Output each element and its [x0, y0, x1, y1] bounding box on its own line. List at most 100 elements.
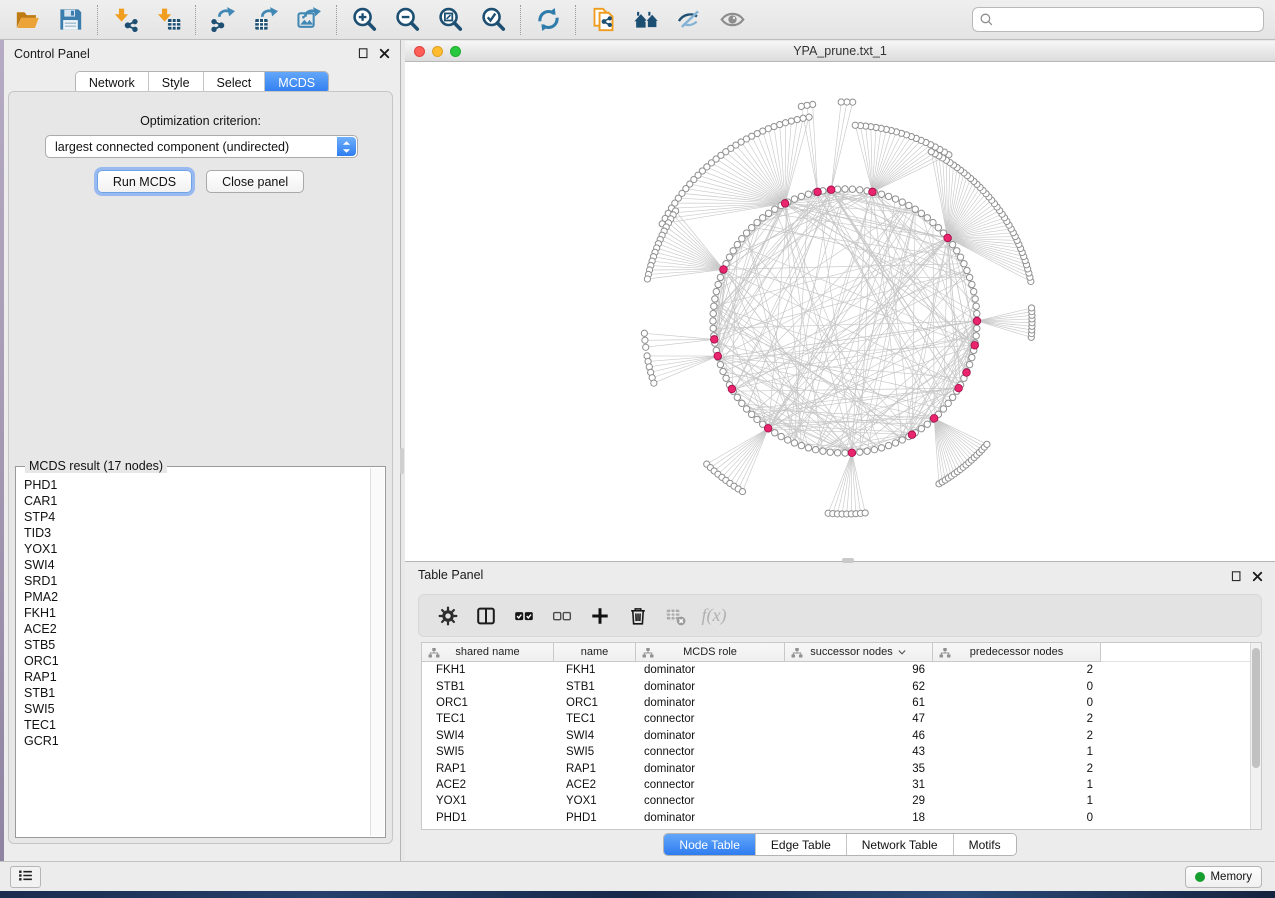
zoom-out-button[interactable]: [391, 3, 425, 37]
apply-layout-button[interactable]: [532, 3, 566, 37]
table-cell[interactable]: YOX1: [554, 795, 636, 807]
tab-network[interactable]: Network: [76, 72, 148, 93]
table-cell[interactable]: 47: [785, 713, 933, 725]
table-cell[interactable]: ORC1: [422, 697, 554, 709]
network-window-titlebar[interactable]: YPA_prune.txt_1: [405, 41, 1275, 62]
new-network-from-selection-button[interactable]: [587, 3, 621, 37]
table-cell[interactable]: 62: [785, 681, 933, 693]
import-network-button[interactable]: [109, 3, 143, 37]
table-row[interactable]: RAP1RAP1dominator352: [422, 760, 1250, 776]
table-cell[interactable]: 1: [933, 779, 1101, 791]
table-row[interactable]: PHD1PHD1dominator180: [422, 810, 1250, 826]
table-cell[interactable]: 43: [785, 746, 933, 758]
table-cell[interactable]: connector: [636, 779, 785, 791]
column-header-shared-name[interactable]: shared name: [422, 643, 554, 662]
table-cell[interactable]: RAP1: [422, 763, 554, 775]
table-cell[interactable]: 46: [785, 730, 933, 742]
mcds-result-node[interactable]: PHD1: [17, 477, 370, 493]
table-cell[interactable]: ACE2: [554, 779, 636, 791]
table-cell[interactable]: PHD1: [422, 812, 554, 824]
table-cell[interactable]: dominator: [636, 812, 785, 824]
task-history-button[interactable]: [10, 866, 41, 888]
delete-columns-button[interactable]: [623, 601, 653, 631]
table-cell[interactable]: ORC1: [554, 697, 636, 709]
zoom-in-button[interactable]: [348, 3, 382, 37]
table-scrollbar-thumb[interactable]: [1252, 648, 1260, 768]
table-cell[interactable]: YOX1: [422, 795, 554, 807]
vertical-split-handle[interactable]: [400, 448, 404, 474]
table-cell[interactable]: dominator: [636, 697, 785, 709]
table-cell[interactable]: 1: [933, 746, 1101, 758]
mcds-result-node[interactable]: SRD1: [17, 573, 370, 589]
import-table-button[interactable]: [152, 3, 186, 37]
table-cell[interactable]: 61: [785, 697, 933, 709]
table-row[interactable]: SWI5SWI5connector431: [422, 744, 1250, 760]
mcds-result-node[interactable]: CAR1: [17, 493, 370, 509]
mcds-result-node[interactable]: YOX1: [17, 541, 370, 557]
mcds-result-node[interactable]: SWI5: [17, 701, 370, 717]
table-row[interactable]: SWI4SWI4dominator462: [422, 728, 1250, 744]
mcds-result-node[interactable]: SWI4: [17, 557, 370, 573]
table-cell[interactable]: 2: [933, 713, 1101, 725]
table-cell[interactable]: RAP1: [554, 763, 636, 775]
network-graph[interactable]: [405, 62, 1275, 561]
table-cell[interactable]: 2: [933, 664, 1101, 676]
table-row[interactable]: STB1STB1dominator620: [422, 678, 1250, 694]
column-header-predecessor-nodes[interactable]: predecessor nodes: [933, 643, 1101, 662]
export-network-button[interactable]: [207, 3, 241, 37]
mcds-result-node[interactable]: GCR1: [17, 733, 370, 749]
zoom-fit-button[interactable]: [434, 3, 468, 37]
table-cell[interactable]: dominator: [636, 730, 785, 742]
mcds-result-node[interactable]: ACE2: [17, 621, 370, 637]
create-column-button[interactable]: [585, 601, 615, 631]
tab-network-table[interactable]: Network Table: [846, 834, 953, 855]
table-cell[interactable]: dominator: [636, 664, 785, 676]
table-cell[interactable]: 29: [785, 795, 933, 807]
table-cell[interactable]: 0: [933, 697, 1101, 709]
table-cell[interactable]: ACE2: [422, 779, 554, 791]
table-cell[interactable]: connector: [636, 795, 785, 807]
mcds-result-node[interactable]: RAP1: [17, 669, 370, 685]
mcds-result-node[interactable]: TEC1: [17, 717, 370, 733]
table-cell[interactable]: connector: [636, 746, 785, 758]
table-cell[interactable]: STB1: [422, 681, 554, 693]
table-scrollbar[interactable]: [1250, 643, 1261, 829]
column-header-name[interactable]: name: [554, 643, 636, 662]
table-options-button[interactable]: [433, 601, 463, 631]
table-row[interactable]: YOX1YOX1connector291: [422, 793, 1250, 809]
mcds-result-node[interactable]: STB5: [17, 637, 370, 653]
table-cell[interactable]: 18: [785, 812, 933, 824]
close-table-panel-button[interactable]: [1250, 569, 1265, 584]
horizontal-split-handle[interactable]: [842, 558, 854, 563]
mcds-result-node[interactable]: STB1: [17, 685, 370, 701]
table-cell[interactable]: SWI4: [422, 730, 554, 742]
table-cell[interactable]: TEC1: [422, 713, 554, 725]
mcds-result-node[interactable]: FKH1: [17, 605, 370, 621]
save-session-button[interactable]: [54, 3, 88, 37]
table-cell[interactable]: connector: [636, 713, 785, 725]
hide-graphics-details-button[interactable]: [673, 3, 707, 37]
table-cell[interactable]: 2: [933, 730, 1101, 742]
table-row[interactable]: ORC1ORC1dominator610: [422, 695, 1250, 711]
export-image-button[interactable]: [293, 3, 327, 37]
column-header-successor-nodes[interactable]: successor nodes: [785, 643, 933, 662]
table-row[interactable]: FKH1FKH1dominator962: [422, 662, 1250, 678]
table-cell[interactable]: 0: [933, 812, 1101, 824]
table-cell[interactable]: TEC1: [554, 713, 636, 725]
table-cell[interactable]: 35: [785, 763, 933, 775]
mcds-result-scrollbar[interactable]: [370, 468, 384, 836]
tab-node-table[interactable]: Node Table: [664, 834, 755, 855]
tab-style[interactable]: Style: [148, 72, 203, 93]
table-cell[interactable]: 2: [933, 763, 1101, 775]
table-cell[interactable]: dominator: [636, 763, 785, 775]
close-panel-button[interactable]: [377, 46, 392, 61]
table-row[interactable]: ACE2ACE2connector311: [422, 777, 1250, 793]
deselect-all-rows-button[interactable]: [547, 601, 577, 631]
export-table-button[interactable]: [250, 3, 284, 37]
float-table-panel-button[interactable]: [1229, 569, 1244, 584]
run-mcds-button[interactable]: Run MCDS: [97, 170, 192, 193]
mcds-result-node[interactable]: STP4: [17, 509, 370, 525]
network-canvas[interactable]: [405, 62, 1275, 561]
mcds-result-node[interactable]: ORC1: [17, 653, 370, 669]
table-cell[interactable]: SWI4: [554, 730, 636, 742]
